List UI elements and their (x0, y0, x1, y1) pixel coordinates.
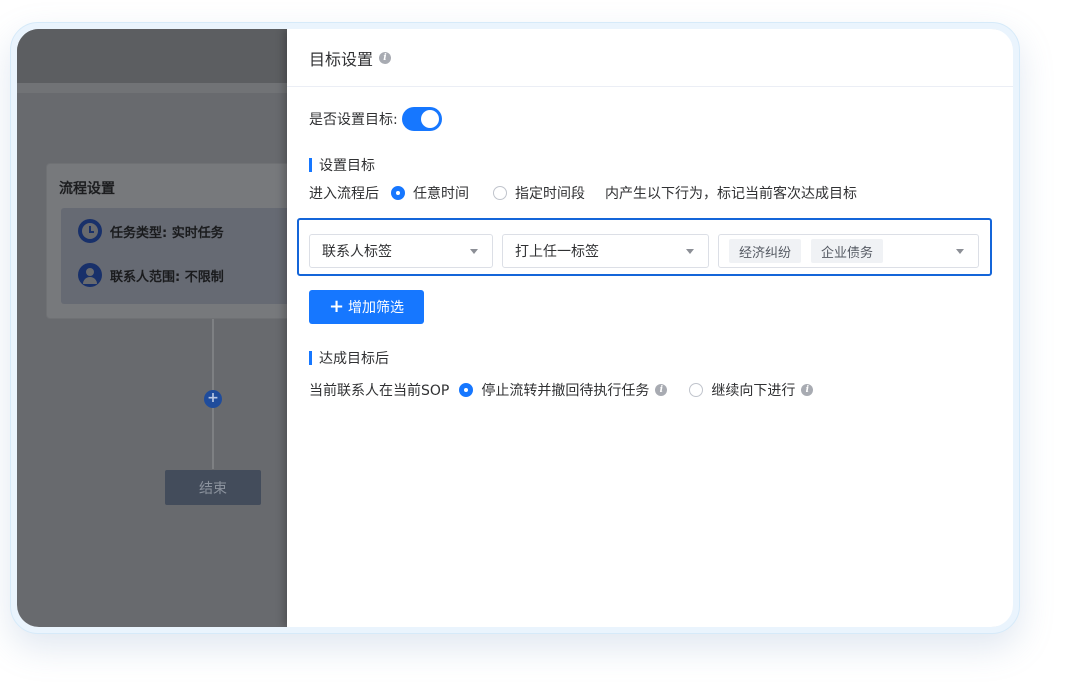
set-goal-toggle[interactable] (401, 107, 442, 131)
add-node-button[interactable]: + (204, 390, 222, 408)
radio-any-time-label: 任意时间 (413, 186, 469, 202)
background-overlay[interactable]: 流程设置 任务类型: 实时任务 联系人范围: 不限制 + 结束 (17, 29, 287, 627)
plus-icon: + (328, 296, 345, 317)
after-prefix: 当前联系人在当前SOP (309, 383, 450, 399)
radio-continue-dot[interactable] (689, 383, 704, 397)
drawer-title: 目标设置 (309, 49, 374, 69)
task-type-row: 任务类型: 实时任务 (78, 218, 224, 244)
filter-operator-select[interactable]: 打上任一标签 (502, 234, 709, 268)
filter-field-value: 联系人标签 (322, 244, 392, 260)
radio-time-range-dot[interactable] (493, 186, 507, 200)
flow-settings-card: 流程设置 任务类型: 实时任务 联系人范围: 不限制 (46, 163, 287, 319)
caret-down-icon (956, 249, 964, 254)
end-node[interactable]: 结束 (165, 470, 261, 505)
tag-chip[interactable]: 企业债务 (811, 239, 884, 263)
radio-continue[interactable]: 继续向下进行 (689, 380, 795, 400)
tag-chip[interactable]: 经济纠纷 (729, 239, 802, 263)
caret-down-icon (470, 249, 478, 254)
radio-any-time[interactable]: 任意时间 (391, 183, 469, 203)
user-icon (78, 263, 102, 287)
goal-settings-drawer: 目标设置 i 是否设置目标: 设置目标 进入流程后 任意时间 指定时间段 内产生… (287, 29, 1013, 627)
add-filter-label: 增加筛选 (348, 300, 405, 316)
condition-suffix: 内产生以下行为，标记当前客次达成目标 (605, 186, 857, 202)
info-icon[interactable]: i (801, 384, 814, 396)
after-goal-row: 当前联系人在当前SOP 停止流转并撤回待执行任务 i 继续向下进行 i (309, 380, 814, 400)
drawer-header: 目标设置 i (287, 29, 1013, 87)
clock-icon (78, 219, 102, 243)
filter-operator-value: 打上任一标签 (515, 244, 599, 260)
contact-scope-text: 联系人范围: 不限制 (110, 269, 224, 285)
radio-continue-label: 继续向下进行 (711, 383, 796, 399)
caret-down-icon (686, 249, 694, 254)
radio-stop-flow-label: 停止流转并撤回待执行任务 (481, 383, 650, 399)
filter-field-select[interactable]: 联系人标签 (309, 234, 493, 268)
condition-prefix: 进入流程后 (309, 186, 379, 202)
background-divider (17, 83, 287, 93)
section-set-goal-title: 设置目标 (319, 158, 375, 174)
filter-row-highlight: 联系人标签 打上任一标签 经济纠纷 企业债务 (297, 218, 992, 276)
background-header (17, 29, 287, 83)
contact-scope-row: 联系人范围: 不限制 (78, 262, 224, 288)
info-icon[interactable]: i (379, 51, 392, 64)
radio-time-range-label: 指定时间段 (515, 186, 585, 202)
section-after-goal: 达成目标后 (309, 349, 389, 367)
filter-tags-select[interactable]: 经济纠纷 企业债务 (718, 234, 979, 268)
app-window: 流程设置 任务类型: 实时任务 联系人范围: 不限制 + 结束 目标设置 i 是… (17, 29, 1013, 627)
radio-stop-flow-dot[interactable] (459, 383, 474, 397)
goal-condition-row: 进入流程后 任意时间 指定时间段 内产生以下行为，标记当前客次达成目标 (309, 183, 857, 203)
flow-settings-body: 任务类型: 实时任务 联系人范围: 不限制 (61, 208, 287, 304)
set-goal-row: 是否设置目标: (309, 107, 442, 131)
section-after-goal-title: 达成目标后 (319, 351, 389, 367)
info-icon[interactable]: i (655, 384, 668, 396)
flow-settings-title: 流程设置 (59, 181, 115, 197)
radio-stop-flow[interactable]: 停止流转并撤回待执行任务 (459, 380, 649, 400)
task-type-text: 任务类型: 实时任务 (110, 225, 224, 241)
radio-any-time-dot[interactable] (391, 186, 405, 200)
set-goal-label: 是否设置目标: (309, 112, 398, 128)
radio-time-range[interactable]: 指定时间段 (493, 183, 585, 203)
add-filter-button[interactable]: + 增加筛选 (309, 290, 424, 324)
section-set-goal: 设置目标 (309, 156, 375, 174)
